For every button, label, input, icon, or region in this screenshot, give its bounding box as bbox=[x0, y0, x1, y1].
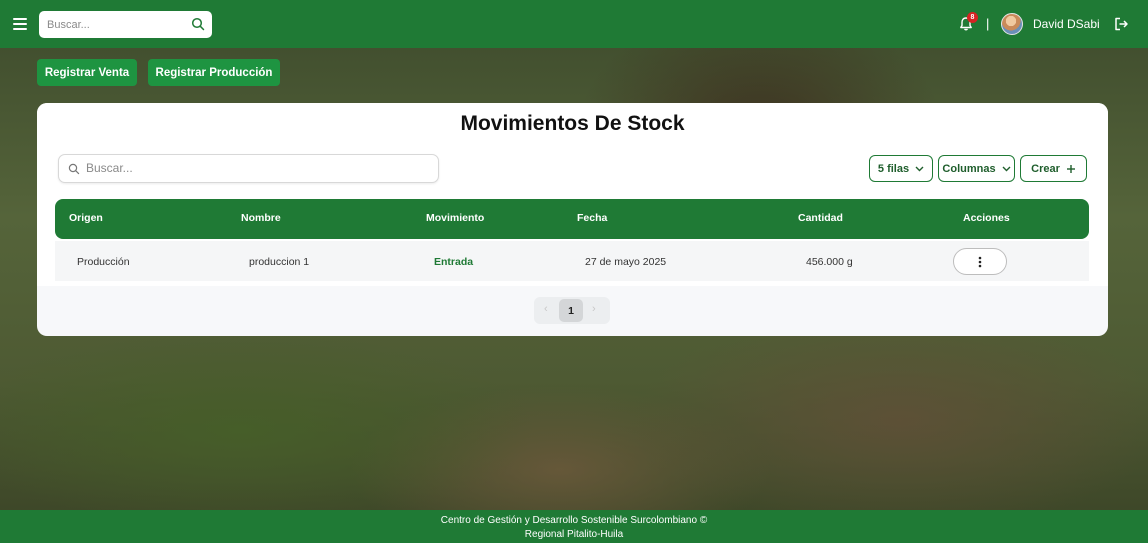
column-header-origen[interactable]: Origen bbox=[69, 212, 103, 224]
columns-label: Columnas bbox=[942, 162, 996, 175]
cell-origen: Producción bbox=[77, 256, 130, 268]
column-header-movimiento[interactable]: Movimiento bbox=[426, 212, 484, 224]
table-search-input[interactable] bbox=[86, 161, 426, 175]
cell-fecha: 27 de mayo 2025 bbox=[585, 256, 667, 268]
search-icon bbox=[68, 163, 80, 175]
pagination-page-current[interactable]: 1 bbox=[559, 299, 583, 322]
row-actions-button[interactable] bbox=[953, 248, 1007, 275]
column-header-acciones: Acciones bbox=[963, 212, 1010, 224]
avatar[interactable] bbox=[1001, 13, 1023, 35]
column-header-nombre[interactable]: Nombre bbox=[241, 212, 281, 224]
pagination-next[interactable]: › bbox=[592, 303, 596, 315]
register-sale-button[interactable]: Registrar Venta bbox=[37, 59, 137, 86]
search-icon[interactable] bbox=[191, 17, 205, 31]
cell-nombre: produccion 1 bbox=[249, 256, 310, 268]
register-production-button[interactable]: Registrar Producción bbox=[148, 59, 280, 86]
top-bar: 8 | David DSabi bbox=[0, 0, 1148, 48]
column-header-cantidad[interactable]: Cantidad bbox=[798, 212, 843, 224]
table-search-box[interactable] bbox=[58, 154, 439, 183]
chevron-down-icon bbox=[1002, 166, 1011, 171]
chevron-down-icon bbox=[915, 166, 924, 171]
top-search-input[interactable] bbox=[47, 18, 187, 31]
logout-icon[interactable] bbox=[1113, 16, 1129, 32]
table-row[interactable]: Producción produccion 1 Entrada 27 de ma… bbox=[55, 241, 1089, 281]
cell-cantidad: 456.000 g bbox=[806, 256, 853, 268]
table-header: Origen Nombre Movimiento Fecha Cantidad … bbox=[55, 199, 1089, 239]
create-button[interactable]: Crear bbox=[1020, 155, 1087, 182]
notification-badge: 8 bbox=[967, 12, 978, 23]
footer-line-1: Centro de Gestión y Desarrollo Sostenibl… bbox=[440, 515, 708, 526]
header-separator: | bbox=[986, 16, 990, 31]
pagination: ‹ 1 › bbox=[534, 297, 610, 324]
top-search-box[interactable] bbox=[39, 11, 212, 38]
more-vertical-icon bbox=[978, 256, 982, 267]
create-label: Crear bbox=[1031, 162, 1060, 175]
footer-line-2: Regional Pitalito-Huila bbox=[524, 529, 624, 540]
stock-movements-card: Movimientos De Stock 5 filas Columnas Cr… bbox=[37, 103, 1108, 336]
page-title: Movimientos De Stock bbox=[460, 112, 685, 135]
menu-icon[interactable] bbox=[12, 16, 28, 32]
plus-icon bbox=[1066, 164, 1075, 173]
rows-per-page-select[interactable]: 5 filas bbox=[869, 155, 933, 182]
footer: Centro de Gestión y Desarrollo Sostenibl… bbox=[0, 510, 1148, 543]
user-name[interactable]: David DSabi bbox=[1033, 17, 1100, 31]
pagination-prev[interactable]: ‹ bbox=[544, 303, 548, 315]
columns-button[interactable]: Columnas bbox=[938, 155, 1015, 182]
cell-movimiento: Entrada bbox=[434, 256, 474, 268]
rows-per-page-label: 5 filas bbox=[877, 162, 910, 175]
column-header-fecha[interactable]: Fecha bbox=[577, 212, 607, 224]
